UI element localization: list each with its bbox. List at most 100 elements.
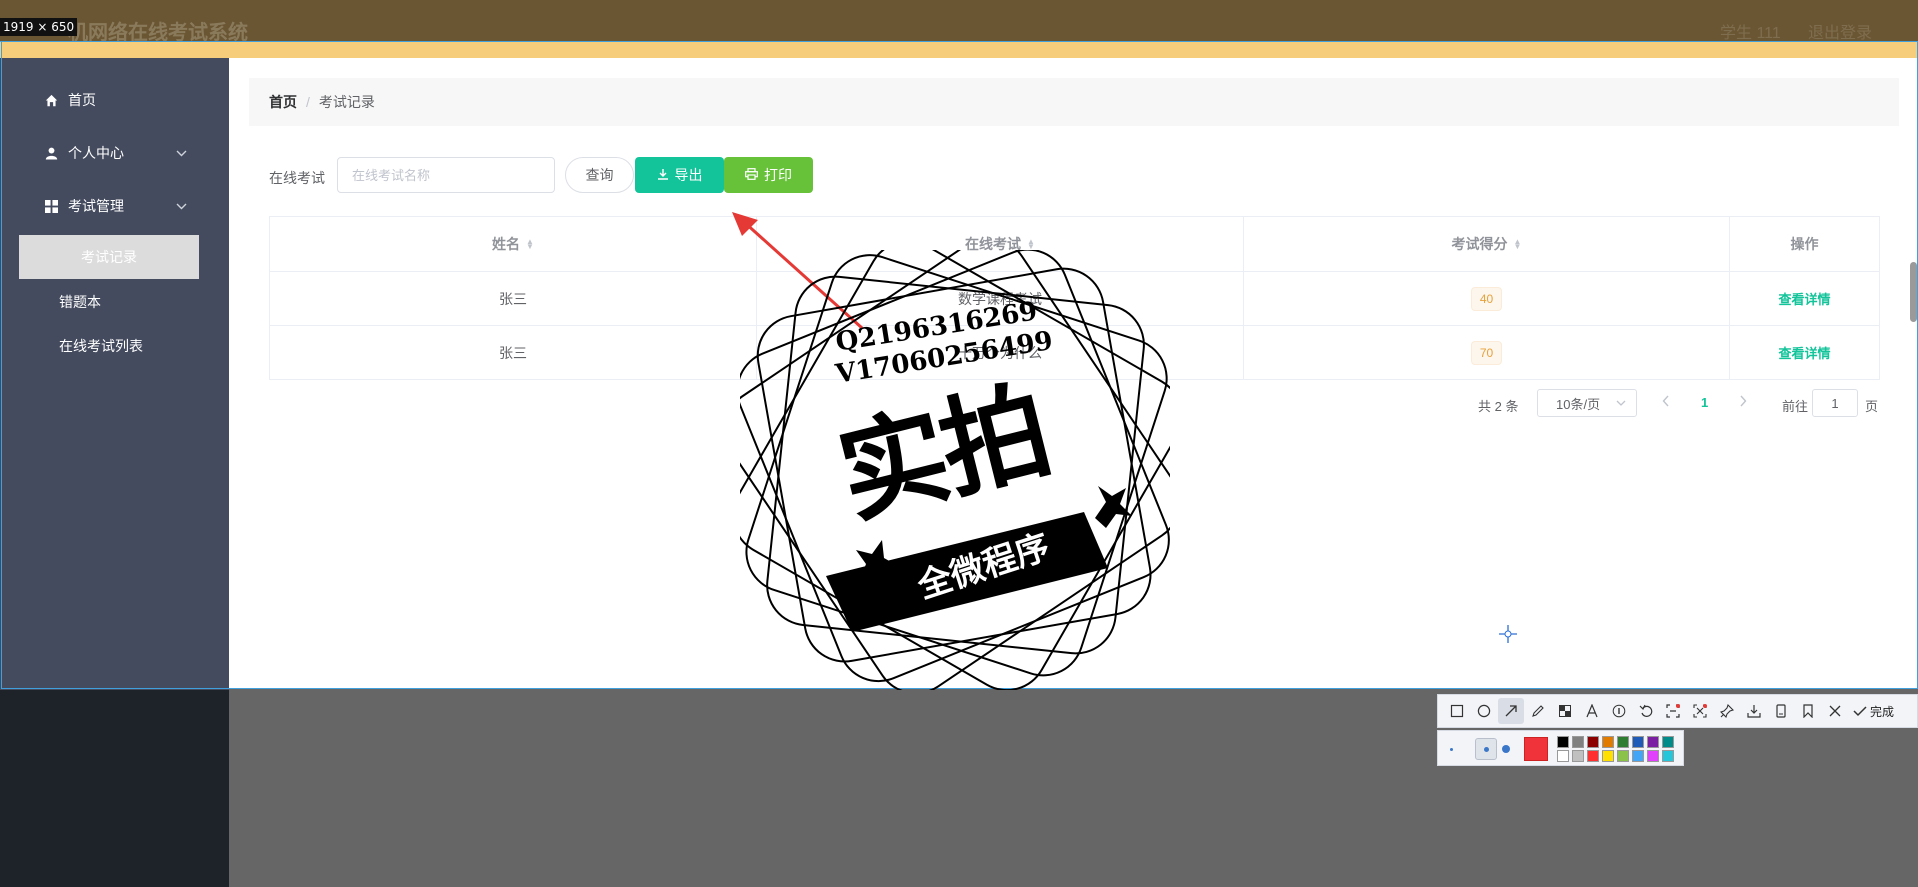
- sidebar-item-profile[interactable]: 个人中心: [0, 133, 229, 173]
- download-icon[interactable]: [1741, 698, 1767, 724]
- home-icon: [44, 93, 58, 107]
- page-number-current[interactable]: 1: [1701, 395, 1708, 410]
- ocr-icon[interactable]: [1660, 698, 1686, 724]
- mosaic-icon[interactable]: [1552, 698, 1578, 724]
- sidebar-subitem-online-exam-list[interactable]: 在线考试列表: [59, 336, 143, 356]
- breadcrumb-current: 考试记录: [318, 94, 375, 110]
- column-header-label: 操作: [1790, 236, 1819, 252]
- view-details-link[interactable]: 查看详情: [1778, 289, 1830, 308]
- logout-link[interactable]: 退出登录: [1808, 19, 1872, 43]
- close-icon[interactable]: [1822, 698, 1848, 724]
- sort-icon[interactable]: ▲ ▼: [1027, 238, 1035, 251]
- number-icon[interactable]: [1606, 698, 1632, 724]
- color-swatch[interactable]: [1602, 750, 1614, 762]
- grid-icon: [44, 199, 58, 213]
- sort-icon[interactable]: ▲ ▼: [526, 238, 534, 251]
- page-size-select[interactable]: 10条/页: [1537, 389, 1637, 417]
- column-header-label: 姓名: [492, 236, 521, 252]
- done-button-label: 完成: [1870, 704, 1895, 719]
- user-icon: [44, 146, 58, 160]
- search-label: 在线考试: [269, 170, 325, 186]
- next-page-icon[interactable]: [1739, 395, 1747, 410]
- screenshot-toolbar: 完成: [1437, 694, 1918, 728]
- sidebar-item-exam-manage[interactable]: 考试管理: [0, 186, 229, 226]
- cell-name: 张三: [270, 272, 757, 325]
- pin-icon[interactable]: [1714, 698, 1740, 724]
- column-header-score[interactable]: 考试得分 ▲ ▼: [1244, 217, 1730, 271]
- export-button-label: 导出: [674, 167, 703, 183]
- color-swatch[interactable]: [1647, 736, 1659, 748]
- download-icon: [657, 168, 669, 183]
- breadcrumb: 首页 / 考试记录: [249, 78, 1899, 126]
- header-strip: [0, 41, 1918, 58]
- cell-score: 40: [1244, 272, 1730, 325]
- sort-icon[interactable]: ▲ ▼: [1514, 238, 1522, 251]
- size-large-dot[interactable]: [1502, 745, 1510, 753]
- color-swatch[interactable]: [1587, 736, 1599, 748]
- breadcrumb-separator: /: [306, 94, 310, 110]
- rect-icon[interactable]: [1444, 698, 1470, 724]
- crosshair-icon: [1499, 625, 1517, 646]
- print-button[interactable]: 打印: [724, 157, 813, 193]
- cell-action: 查看详情: [1730, 272, 1879, 325]
- column-header-name[interactable]: 姓名 ▲ ▼: [270, 217, 757, 271]
- exam-name-search-input[interactable]: [337, 157, 555, 193]
- color-swatch[interactable]: [1572, 750, 1584, 762]
- text-icon[interactable]: [1579, 698, 1605, 724]
- ellipse-icon[interactable]: [1471, 698, 1497, 724]
- color-swatch[interactable]: [1647, 750, 1659, 762]
- color-swatch[interactable]: [1617, 736, 1629, 748]
- current-color-swatch[interactable]: [1524, 737, 1548, 761]
- sidebar-item-home[interactable]: 首页: [0, 80, 229, 120]
- sidebar-item-label: 个人中心: [68, 145, 124, 161]
- view-details-link[interactable]: 查看详情: [1778, 343, 1830, 362]
- bookmark-icon[interactable]: [1795, 698, 1821, 724]
- color-swatch[interactable]: [1662, 750, 1674, 762]
- color-swatch[interactable]: [1632, 750, 1644, 762]
- breadcrumb-home[interactable]: 首页: [269, 92, 297, 112]
- sidebar-bottom: [0, 690, 229, 887]
- color-swatch[interactable]: [1617, 750, 1629, 762]
- user-name: 学生 111: [1720, 25, 1781, 42]
- score-tag: 70: [1470, 340, 1503, 365]
- prev-page-icon[interactable]: [1662, 395, 1670, 410]
- color-swatch[interactable]: [1572, 736, 1584, 748]
- score-tag: 40: [1470, 286, 1503, 311]
- color-swatch[interactable]: [1602, 736, 1614, 748]
- cell-action: 查看详情: [1730, 326, 1879, 379]
- color-palette: [1437, 730, 1684, 766]
- color-swatch[interactable]: [1557, 736, 1569, 748]
- color-swatch[interactable]: [1662, 736, 1674, 748]
- arrow-icon[interactable]: [1498, 698, 1524, 724]
- chevron-down-icon: [176, 199, 187, 213]
- selection-size-label: 1919 × 650: [0, 18, 78, 36]
- sidebar-subitem-exam-records[interactable]: 考试记录: [19, 235, 199, 279]
- color-swatch[interactable]: [1587, 750, 1599, 762]
- print-button-label: 打印: [764, 167, 792, 183]
- cell-name: 张三: [270, 326, 757, 379]
- size-medium-option[interactable]: [1475, 738, 1497, 760]
- save-icon[interactable]: [1768, 698, 1794, 724]
- undo-icon[interactable]: [1633, 698, 1659, 724]
- sidebar-subitem-wrong-questions[interactable]: 错题本: [59, 292, 101, 312]
- scrollbar-thumb[interactable]: [1910, 262, 1917, 322]
- query-button-label: 查询: [585, 167, 614, 183]
- column-header-action: 操作: [1730, 217, 1879, 271]
- column-header-label: 考试得分: [1451, 236, 1508, 252]
- goto-page-input[interactable]: [1812, 389, 1858, 417]
- total-count: 共 2 条: [1478, 399, 1519, 414]
- size-small-dot[interactable]: [1450, 748, 1453, 751]
- chevron-down-icon: [1616, 397, 1626, 409]
- color-swatch[interactable]: [1557, 750, 1569, 762]
- sidebar-item-label: 首页: [68, 92, 96, 108]
- cell-score: 70: [1244, 326, 1730, 379]
- check-icon: [1853, 706, 1867, 717]
- pen-icon[interactable]: [1525, 698, 1551, 724]
- scan-icon[interactable]: [1687, 698, 1713, 724]
- color-swatch[interactable]: [1632, 736, 1644, 748]
- sidebar-item-label: 考试管理: [68, 198, 124, 214]
- query-button[interactable]: 查询: [565, 157, 634, 193]
- export-button[interactable]: 导出: [635, 157, 724, 193]
- done-button[interactable]: 完成: [1853, 703, 1894, 720]
- page-size-value: 10条/页: [1556, 396, 1601, 412]
